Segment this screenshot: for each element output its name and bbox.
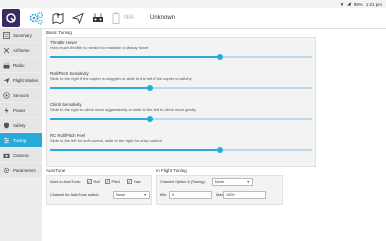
max-value: 1000 <box>226 193 235 197</box>
sidebar-item-parameters[interactable]: Parameters <box>0 163 42 177</box>
tuning-content: Basic Tuning Throttle Hover How much thro… <box>43 28 386 241</box>
slider-fill <box>50 149 221 151</box>
sidebar-item-label: Safety <box>13 122 26 128</box>
autotune-switch-select[interactable]: None ▼ <box>113 191 150 199</box>
tuning-icon <box>3 137 10 144</box>
yaw-check-mark: ✓ <box>127 179 132 184</box>
flight-mode-text[interactable]: Unknown <box>150 15 175 21</box>
pitch-label: Pitch <box>111 179 120 184</box>
sidebar-item-label: Summary <box>13 32 32 38</box>
signal-icon: ◢ <box>347 1 351 6</box>
autotune-panel: Axes to AutoTune: ✓ Roll ✓ Pitch ✓ Yaw C… <box>46 175 152 205</box>
sidebar-item-label: Camera <box>13 152 29 158</box>
sidebar-item-camera[interactable]: Camera <box>0 148 42 162</box>
fly-view-icon[interactable] <box>72 12 84 24</box>
slider-fill <box>50 87 150 89</box>
settings-gear-icon[interactable] <box>28 11 44 25</box>
autotune-switch-value: None <box>116 193 126 197</box>
setting-description: How much throttle is needed to maintain … <box>50 45 149 50</box>
sidebar-item-label: Power <box>13 107 26 113</box>
tuning-channel-value: None <box>215 180 225 184</box>
sensors-icon <box>3 91 10 99</box>
parameters-icon <box>3 167 10 174</box>
roll-label: Roll <box>93 179 101 184</box>
slider-track[interactable] <box>50 84 312 91</box>
roll-check-mark: ✓ <box>87 179 92 184</box>
autotune-switch-label: Channel for AutoTune switch: <box>50 193 100 197</box>
setting-description: Slide to the left for soft control, slid… <box>50 138 162 143</box>
tuning-channel-select[interactable]: None ▼ <box>212 178 253 186</box>
battery-icon <box>112 12 120 24</box>
sidebar-item-label: Radio <box>13 62 25 68</box>
battery-status-text: N/A <box>124 15 135 21</box>
chevron-down-icon: ▼ <box>143 193 147 197</box>
roll-checkbox[interactable]: ✓ Roll <box>87 179 100 184</box>
sidebar-item-tuning[interactable]: Tuning <box>0 133 42 147</box>
summary-icon <box>3 31 10 39</box>
slider-handle[interactable] <box>217 53 224 60</box>
rc-transmitter-icon[interactable] <box>92 12 104 24</box>
tuning-setting: Climb Sensitivity Slide to the right to c… <box>50 102 312 132</box>
tuning-setting: Roll/Pitch Sensitivity Slide to the right… <box>50 71 312 101</box>
min-input[interactable]: 0 <box>169 191 212 199</box>
airframe-icon <box>3 47 10 54</box>
sidebar-item-airframe[interactable]: Airframe <box>0 43 42 57</box>
setting-description: Slide to the right to climb more aggress… <box>50 107 196 112</box>
battery-level: 99% <box>353 1 363 7</box>
slider-track[interactable] <box>50 53 312 60</box>
basic-tuning-panel: Throttle Hover How much throttle is neede… <box>46 37 316 167</box>
slider-handle[interactable] <box>146 115 153 122</box>
autotune-title: AutoTune <box>46 168 66 173</box>
sidebar-item-label: Tuning <box>13 137 27 143</box>
app-logo-icon[interactable] <box>2 9 20 27</box>
sidebar-item-label: Parameters <box>13 167 36 173</box>
tuning-setting: RC Roll/Pitch Feel Slide to the left for … <box>50 133 312 163</box>
tuning-setting: Throttle Hover How much throttle is neede… <box>50 40 312 70</box>
status-bar: ▼ ◢ 99% 1:21 pm <box>0 0 386 8</box>
inflight-tuning-title: In Flight Tuning <box>156 168 187 173</box>
sidebar-item-flight-modes[interactable]: Flight Modes <box>0 73 42 87</box>
wifi-icon: ▼ <box>339 1 345 7</box>
pitch-check-mark: ✓ <box>105 179 110 184</box>
sidebar-item-label: Flight Modes <box>13 77 39 83</box>
sidebar-item-sensors[interactable]: Sensors <box>0 88 42 102</box>
main-toolbar: N/A Unknown <box>0 8 386 29</box>
yaw-label: Yaw <box>133 179 141 184</box>
setup-sidebar: Summary Airframe Radio Flight Modes Sensors P… <box>0 28 42 241</box>
chevron-down-icon: ▼ <box>246 180 250 184</box>
slider-fill <box>50 56 221 58</box>
camera-icon <box>3 152 10 159</box>
max-input[interactable]: 1000 <box>223 191 266 199</box>
min-label: Min: <box>160 193 168 197</box>
slider-track[interactable] <box>50 115 312 122</box>
sidebar-item-radio[interactable]: Radio <box>0 58 42 72</box>
axes-label: Axes to AutoTune: <box>50 180 81 184</box>
plan-view-icon[interactable] <box>52 12 64 24</box>
sidebar-item-label: Sensors <box>13 92 30 98</box>
min-value: 0 <box>172 193 175 197</box>
basic-tuning-title: Basic Tuning <box>46 30 72 35</box>
slider-fill <box>50 118 150 120</box>
power-icon <box>3 107 10 114</box>
yaw-checkbox[interactable]: ✓ Yaw <box>127 179 141 184</box>
clock: 1:21 pm <box>365 1 382 7</box>
pitch-checkbox[interactable]: ✓ Pitch <box>105 179 120 184</box>
sidebar-item-label: Airframe <box>13 47 30 53</box>
tuning-channel-label: Channel Option 6 (Tuning): <box>160 180 206 184</box>
slider-handle[interactable] <box>146 84 153 91</box>
sidebar-item-power[interactable]: Power <box>0 103 42 117</box>
inflight-tuning-panel: Channel Option 6 (Tuning): None ▼ Min: 0… <box>156 175 283 205</box>
sidebar-item-safety[interactable]: Safety <box>0 118 42 132</box>
flight-modes-icon <box>3 77 10 84</box>
sidebar-item-summary[interactable]: Summary <box>0 28 42 42</box>
slider-handle[interactable] <box>217 146 224 153</box>
slider-track[interactable] <box>50 146 312 153</box>
setting-description: Slide to the right if the copter is slug… <box>50 76 192 81</box>
safety-icon <box>3 122 10 129</box>
radio-icon <box>3 62 10 69</box>
